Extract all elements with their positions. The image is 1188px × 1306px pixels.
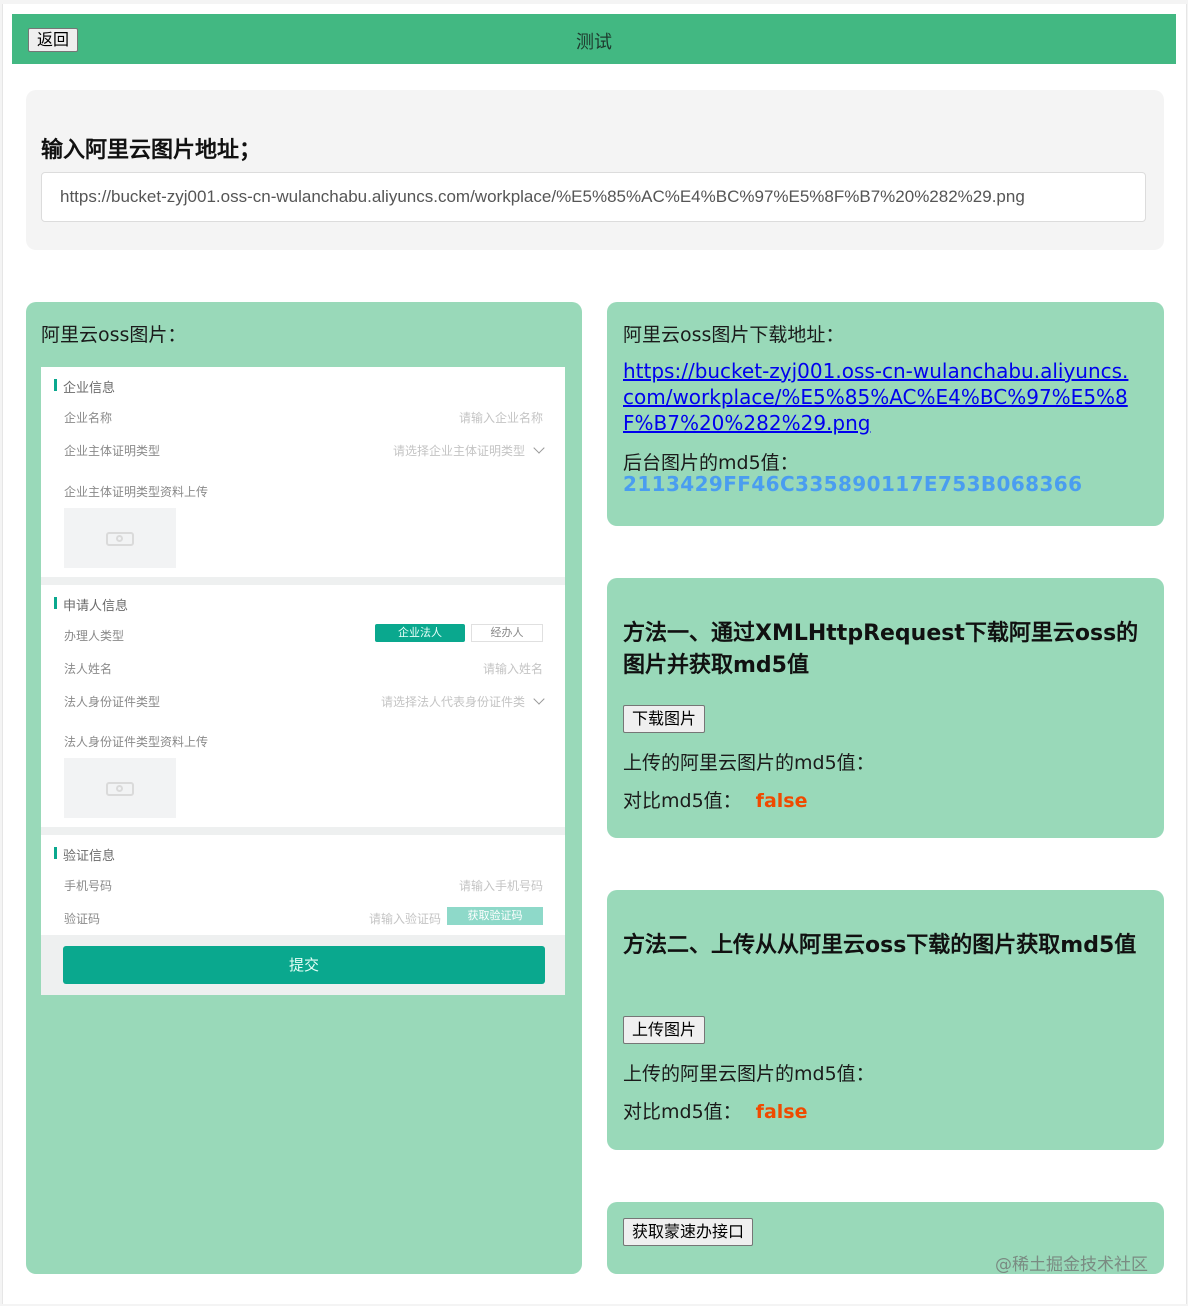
preview-verify-section: 验证信息 手机号码 请输入手机号码 验证码 请输入验证码 获取验证码 <box>41 835 565 935</box>
preview-section-title: 申请人信息 <box>53 595 128 614</box>
oss-image-preview: 企业信息 企业名称 请输入企业名称 企业主体证明类型 请选择企业主体证明类型 企… <box>41 367 565 995</box>
preview-option-selected: 企业法人 <box>375 624 465 642</box>
preview-field-label: 法人姓名 <box>64 662 113 676</box>
method2-title: 方法二、上传从从阿里云oss下载的图片获取md5值 <box>623 933 1137 958</box>
preview-type-options: 企业法人 经办人 <box>41 624 565 645</box>
image-url-input[interactable]: https://bucket-zyj001.oss-cn-wulanchabu.… <box>41 172 1146 222</box>
preview-field-placeholder: 请选择法人代表身份证件类 <box>380 693 545 710</box>
preview-field-label: 企业主体证明类型资料上传 <box>64 485 209 499</box>
upload-image-button[interactable]: 上传图片 <box>623 1016 706 1044</box>
method2-compare-row: 对比md5值： false <box>623 1097 807 1124</box>
method1-compare-label: 对比md5值： <box>623 790 742 812</box>
preview-applicant-section: 申请人信息 办理人类型 企业法人 经办人 法人姓名 请输入姓名 法人身份证件类型… <box>41 585 565 827</box>
preview-field-placeholder: 请输入企业名称 <box>458 411 543 425</box>
page-title: 测试 <box>576 32 612 53</box>
method1-compare-value: false <box>755 790 808 812</box>
preview-field-label: 企业名称 <box>64 411 113 425</box>
preview-field-label: 法人身份证件类型 <box>64 695 161 709</box>
download-info-card: 阿里云oss图片下载地址： https://bucket-zyj001.oss-… <box>607 302 1164 526</box>
url-input-card: 输入阿里云图片地址； https://bucket-zyj001.oss-cn-… <box>26 90 1164 250</box>
watermark: @稀土掘金技术社区 <box>995 1255 1148 1275</box>
download-image-button[interactable]: 下载图片 <box>623 705 706 733</box>
backend-md5-label: 后台图片的md5值： <box>623 452 799 474</box>
preview-submit-button: 提交 <box>63 946 545 984</box>
method2-card: 方法二、上传从从阿里云oss下载的图片获取md5值 上传图片 上传的阿里云图片的… <box>607 890 1164 1150</box>
method1-title: 方法一、通过XMLHttpRequest下载阿里云oss的图片并获取md5值 <box>623 621 1139 678</box>
preview-field-placeholder: 请输入手机号码 <box>458 879 543 893</box>
preview-code-row: 获取验证码 <box>41 907 565 928</box>
camera-icon <box>106 532 134 546</box>
preview-section-title: 企业信息 <box>53 377 115 396</box>
preview-company-section: 企业信息 企业名称 请输入企业名称 企业主体证明类型 请选择企业主体证明类型 企… <box>41 367 565 577</box>
preview-placeholder-text: 请选择企业主体证明类型 <box>392 444 525 458</box>
preview-field-label: 企业主体证明类型 <box>64 444 161 458</box>
preview-field-label: 法人身份证件类型资料上传 <box>64 735 209 749</box>
download-url-label: 阿里云oss图片下载地址： <box>623 324 845 346</box>
preview-placeholder-text: 请选择法人代表身份证件类 <box>380 695 525 709</box>
oss-image-card: 阿里云oss图片： 企业信息 企业名称 请输入企业名称 企业主体证明类型 请选择… <box>26 302 582 1274</box>
chevron-down-icon <box>533 442 545 454</box>
method1-md5-label: 上传的阿里云图片的md5值： <box>623 752 875 774</box>
oss-image-label: 阿里云oss图片： <box>41 324 187 346</box>
preview-upload-box <box>64 758 176 818</box>
url-input-label: 输入阿里云图片地址； <box>41 138 262 163</box>
preview-field-placeholder: 请选择企业主体证明类型 <box>392 442 545 459</box>
method2-md5-label: 上传的阿里云图片的md5值： <box>623 1063 875 1085</box>
camera-icon <box>106 782 134 796</box>
preview-option: 经办人 <box>471 624 543 642</box>
preview-upload-box <box>64 508 176 568</box>
preview-field-placeholder: 请输入姓名 <box>482 662 543 676</box>
method1-compare-row: 对比md5值： false <box>623 786 807 813</box>
method2-compare-label: 对比md5值： <box>623 1101 742 1123</box>
preview-section-title: 验证信息 <box>53 845 115 864</box>
preview-field-label: 手机号码 <box>64 879 113 893</box>
preview-get-code-button: 获取验证码 <box>447 907 543 925</box>
backend-md5-value: 2113429FF46C335890117E753B068366 <box>623 472 1083 496</box>
top-bar: 返回 测试 <box>12 14 1176 64</box>
method2-compare-value: false <box>755 1101 808 1123</box>
chevron-down-icon <box>533 693 545 705</box>
method1-card: 方法一、通过XMLHttpRequest下载阿里云oss的图片并获取md5值 下… <box>607 578 1164 838</box>
download-url-link[interactable]: https://bucket-zyj001.oss-cn-wulanchabu.… <box>623 358 1133 436</box>
get-api-button[interactable]: 获取蒙速办接口 <box>623 1218 754 1246</box>
